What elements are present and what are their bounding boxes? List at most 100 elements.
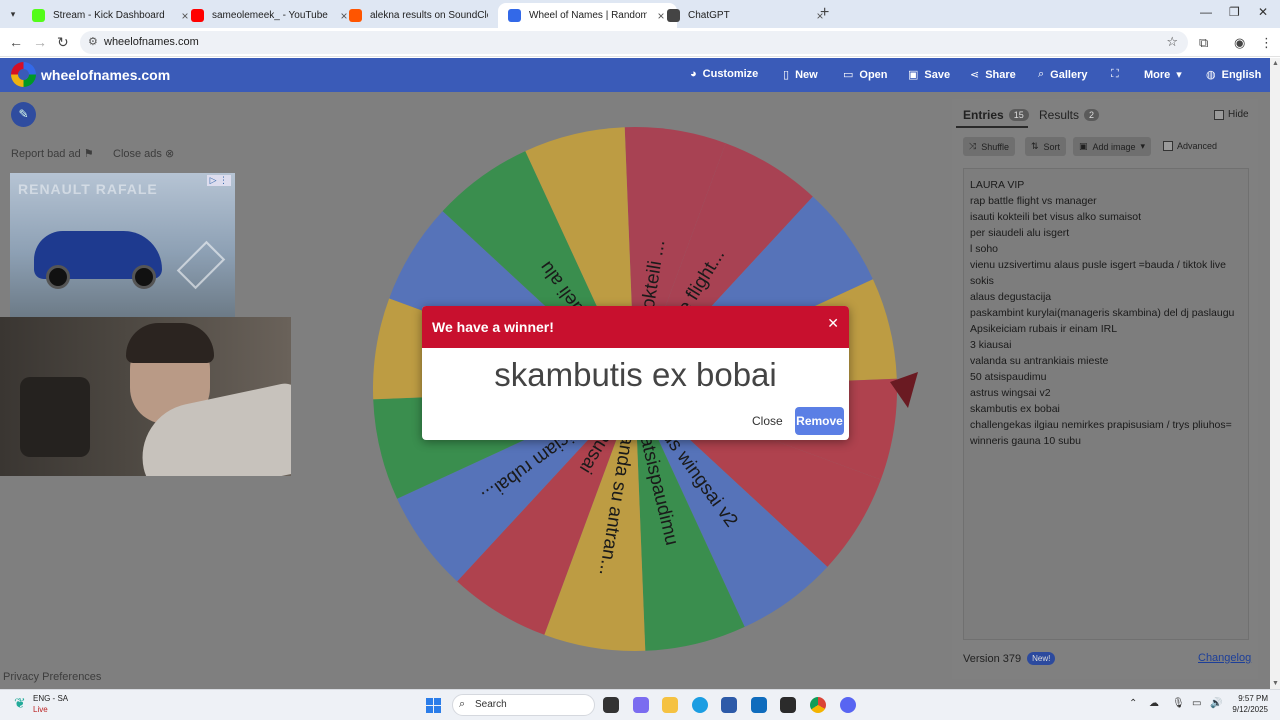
entry-line: LAURA VIP bbox=[970, 179, 1025, 191]
language-label: English bbox=[1221, 68, 1262, 81]
wheel-logo-icon[interactable] bbox=[11, 62, 36, 87]
new-button[interactable]: ▯ New bbox=[783, 68, 818, 82]
entry-line: winneris gauna 10 subu bbox=[970, 435, 1081, 447]
fullscreen-button[interactable]: ⛶ bbox=[1111, 68, 1119, 81]
privacy-preferences-link[interactable]: Privacy Preferences bbox=[3, 671, 101, 683]
maximize-button[interactable]: ❐ bbox=[1229, 5, 1240, 19]
folder-icon: ▭ bbox=[843, 69, 854, 81]
more-button[interactable]: More ▾ bbox=[1144, 68, 1182, 82]
version-info: Version 379 New! bbox=[963, 652, 1056, 665]
minimize-button[interactable]: — bbox=[1200, 5, 1212, 19]
hide-checkbox[interactable]: Hide bbox=[1214, 109, 1249, 120]
language-button[interactable]: ◍ English bbox=[1206, 68, 1262, 82]
sort-button[interactable]: ⇅ Sort bbox=[1025, 137, 1067, 156]
new-tab-button[interactable]: + bbox=[820, 4, 829, 22]
webcam-overlay bbox=[0, 317, 291, 476]
globe-icon: ◍ bbox=[1206, 69, 1216, 81]
forward-button[interactable]: → bbox=[33, 34, 47, 50]
gallery-button[interactable]: ⌕ Gallery bbox=[1038, 68, 1087, 81]
app-icon[interactable] bbox=[780, 697, 796, 713]
scroll-up-icon[interactable]: ▲ bbox=[1272, 60, 1279, 67]
network-icon[interactable]: ☁ bbox=[1149, 698, 1159, 709]
tab-results[interactable]: Results 2 bbox=[1039, 108, 1100, 122]
taskbar-search[interactable]: ⌕ Search bbox=[452, 694, 595, 716]
hide-checkbox-box[interactable] bbox=[1214, 109, 1224, 120]
open-button[interactable]: ▭ Open bbox=[843, 68, 888, 82]
window-close-button[interactable]: ✕ bbox=[1258, 5, 1268, 19]
browser-tab[interactable]: Stream - Kick Dashboard × bbox=[22, 3, 201, 28]
browser-tab[interactable]: ChatGPT × bbox=[657, 3, 836, 28]
advanced-label: Advanced bbox=[1177, 141, 1218, 151]
store-icon[interactable] bbox=[721, 697, 737, 713]
discord-icon[interactable] bbox=[840, 697, 856, 713]
tray-chevron-icon[interactable]: ⌃ bbox=[1129, 698, 1137, 709]
customize-button[interactable]: ◕ Customize bbox=[690, 68, 758, 80]
close-icon[interactable]: ✕ bbox=[827, 315, 839, 332]
back-button[interactable]: ← bbox=[9, 34, 23, 50]
remove-button[interactable]: Remove bbox=[795, 407, 844, 435]
tab-entries[interactable]: Entries 15 bbox=[963, 108, 1029, 122]
browser-tab[interactable]: alekna results on SoundCloud× bbox=[339, 3, 518, 28]
entries-textarea[interactable]: LAURA VIP rap battle flight vs manager isa… bbox=[963, 168, 1249, 640]
scroll-down-icon[interactable]: ▼ bbox=[1272, 680, 1279, 687]
tab-search-chevron-icon[interactable]: ▾ bbox=[5, 6, 21, 22]
report-bad-ad-link[interactable]: Report bad ad ⚑ bbox=[11, 147, 94, 160]
search-icon: ⌕ bbox=[1038, 68, 1045, 80]
palette-icon: ◕ bbox=[690, 68, 697, 80]
language-indicator[interactable]: ENG - SA bbox=[33, 694, 68, 703]
browser-tab[interactable]: sameolemeek_ - YouTube × bbox=[181, 3, 360, 28]
url-text: wheelofnames.com bbox=[104, 36, 199, 48]
add-image-button[interactable]: ▣ Add image ▾ bbox=[1073, 137, 1152, 156]
page-scrollbar[interactable] bbox=[1270, 58, 1280, 689]
browser-tab-title: Stream - Kick Dashboard bbox=[53, 10, 165, 21]
changelog-link[interactable]: Changelog bbox=[1198, 652, 1251, 664]
browser-tab-title: alekna results on SoundCloud bbox=[370, 10, 488, 21]
volume-icon[interactable]: 🔊 bbox=[1210, 698, 1222, 709]
advanced-checkbox[interactable]: Advanced bbox=[1163, 141, 1217, 151]
brand-name[interactable]: wheelofnames.com bbox=[41, 67, 170, 83]
caret-down-icon: ▾ bbox=[1176, 69, 1182, 81]
tab-favicon-icon bbox=[349, 9, 362, 22]
profile-icon[interactable]: ◉ bbox=[1234, 35, 1245, 51]
reload-button[interactable]: ↻ bbox=[57, 34, 69, 51]
chrome-icon[interactable] bbox=[810, 697, 826, 713]
task-view-icon[interactable] bbox=[603, 697, 619, 713]
customize-label: Customize bbox=[702, 68, 759, 80]
more-label: More bbox=[1144, 68, 1171, 81]
browser-menu-icon[interactable]: ⋮ bbox=[1260, 35, 1273, 51]
microphone-icon[interactable]: 🎙 bbox=[1172, 698, 1185, 709]
extensions-icon[interactable]: ⧉ bbox=[1199, 35, 1208, 51]
entry-line: alaus degustacija bbox=[970, 291, 1052, 303]
fullscreen-icon: ⛶ bbox=[1111, 68, 1119, 80]
advertisement[interactable]: RENAULT RAFALE ▷ ⋮ bbox=[10, 173, 235, 318]
clock-time[interactable]: 9:57 PM bbox=[1228, 694, 1268, 703]
close-ads-link[interactable]: Close ads ⊗ bbox=[113, 147, 174, 160]
save-button[interactable]: ▣ Save bbox=[908, 68, 950, 82]
site-info-icon[interactable]: ⚙ bbox=[88, 35, 98, 48]
file-explorer-icon[interactable] bbox=[662, 697, 678, 713]
entry-line: sokis bbox=[970, 275, 994, 287]
outlook-icon[interactable] bbox=[751, 697, 767, 713]
winner-name: skambutis ex bobai bbox=[494, 356, 777, 393]
bookmark-star-icon[interactable]: ☆ bbox=[1166, 34, 1178, 50]
clock-date[interactable]: 9/12/2025 bbox=[1228, 705, 1268, 714]
sort-label: Sort bbox=[1043, 141, 1061, 152]
adchoices-icon[interactable]: ▷ ⋮ bbox=[206, 175, 231, 186]
shuffle-button[interactable]: ⤨ Shuffle bbox=[963, 137, 1016, 156]
url-field[interactable]: ⚙ wheelofnames.com ☆ bbox=[80, 31, 1188, 54]
edit-pencil-icon[interactable]: ✎ bbox=[11, 102, 36, 127]
share-button[interactable]: ⋖ Share bbox=[970, 68, 1016, 82]
advanced-checkbox-box[interactable] bbox=[1163, 141, 1173, 151]
browser-tab[interactable]: Wheel of Names | Random nam× bbox=[498, 3, 677, 28]
caret-down-icon: ▾ bbox=[1140, 141, 1146, 151]
entry-line: Apsikeiciam rubais ir einam IRL bbox=[970, 323, 1118, 335]
copilot-icon[interactable] bbox=[633, 697, 649, 713]
windows-start-icon[interactable] bbox=[426, 698, 441, 713]
entry-line: per siaudeli alu isgert bbox=[970, 227, 1070, 239]
close-button[interactable]: Close bbox=[752, 414, 783, 428]
edge-icon[interactable] bbox=[692, 697, 708, 713]
browser-tab-title: sameolemeek_ - YouTube bbox=[212, 10, 328, 21]
leaf-icon[interactable]: ❦ bbox=[14, 695, 26, 712]
entry-line: 50 atsispaudimu bbox=[970, 371, 1047, 383]
monitor-icon[interactable]: ▭ bbox=[1192, 698, 1201, 709]
